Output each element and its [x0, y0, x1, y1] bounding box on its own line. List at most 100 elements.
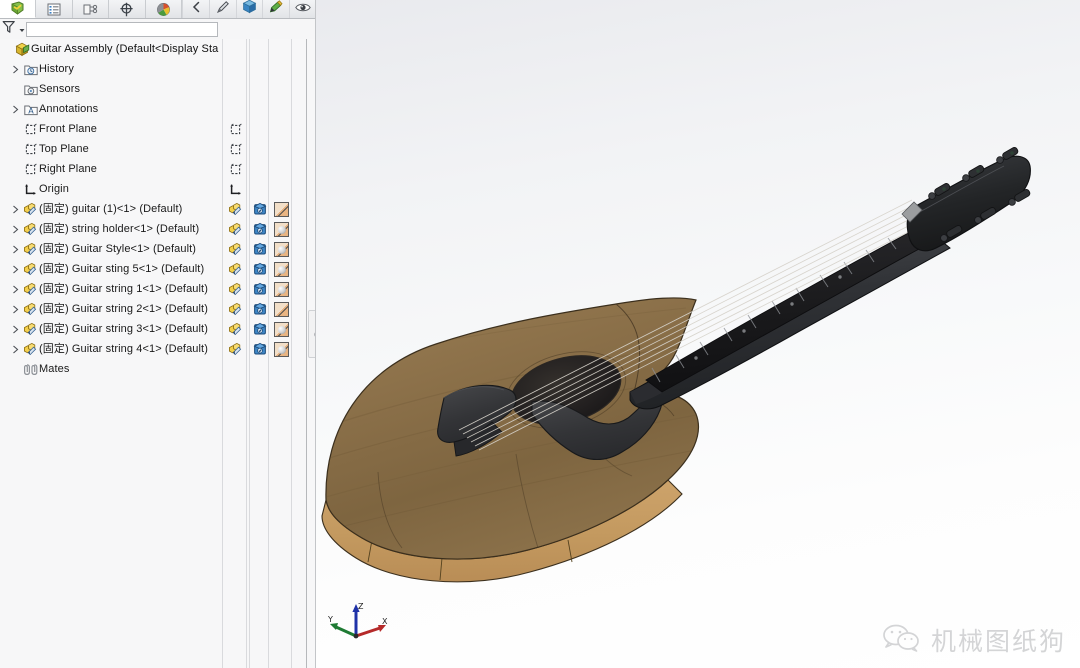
tree-no-arrow — [8, 79, 22, 99]
appearance-swatch-plain[interactable] — [272, 199, 290, 219]
acoustic-guitar-model[interactable] — [316, 0, 1080, 668]
edit-color-button[interactable] — [262, 0, 290, 19]
appearance-swatch-ball[interactable] — [272, 259, 290, 279]
config-cube-icon[interactable] — [251, 299, 269, 319]
tree-row[interactable]: Origin — [0, 179, 315, 199]
tree-row[interactable]: (固定) Guitar string 3<1> (Default) — [0, 319, 315, 339]
tree-no-arrow — [8, 179, 22, 199]
tree-row[interactable]: (固定) Guitar string 2<1> (Default) — [0, 299, 315, 319]
config-cube-icon[interactable] — [251, 339, 269, 359]
dimxpert-icon — [119, 2, 134, 17]
appearance-swatch-ball[interactable] — [272, 339, 290, 359]
component-icon — [22, 239, 39, 259]
appearance-swatch-plain[interactable] — [272, 299, 290, 319]
hide-show-button[interactable] — [289, 0, 315, 18]
component-icon[interactable] — [226, 339, 244, 359]
tree-row[interactable]: Front Plane — [0, 119, 315, 139]
config-cube-icon[interactable] — [251, 279, 269, 299]
tree-expand-arrow[interactable] — [8, 199, 22, 219]
origin-icon[interactable] — [226, 179, 244, 199]
tab-display-manager[interactable] — [145, 0, 182, 18]
component-icon[interactable] — [226, 219, 244, 239]
tree-row[interactable]: History — [0, 59, 315, 79]
component-icon[interactable] — [226, 279, 244, 299]
tree-expand-arrow[interactable] — [8, 59, 22, 79]
tree-row-label: Right Plane — [39, 163, 97, 175]
component-icon[interactable] — [226, 259, 244, 279]
component-icon[interactable] — [226, 199, 244, 219]
graphics-viewport[interactable]: Z Y X 机械图纸狗 — [316, 0, 1080, 668]
headstock[interactable] — [901, 146, 1031, 252]
tree-row[interactable]: (固定) Guitar string 4<1> (Default) — [0, 339, 315, 359]
appearance-swatch-ball[interactable] — [272, 279, 290, 299]
tab-dimxpert-manager[interactable] — [109, 0, 146, 18]
tree-row[interactable]: (固定) Guitar string 1<1> (Default) — [0, 279, 315, 299]
plane-icon[interactable] — [226, 159, 244, 179]
appearance-swatch-ball[interactable] — [272, 219, 290, 239]
tree-no-arrow — [8, 159, 22, 179]
tree-row-label: Front Plane — [39, 123, 97, 135]
component-icon[interactable] — [226, 299, 244, 319]
config-cube-icon[interactable] — [251, 319, 269, 339]
component-icon — [22, 299, 39, 319]
appearance-cube-button[interactable] — [235, 0, 263, 19]
appearance-swatch-ball[interactable] — [272, 319, 290, 339]
color-pencil-icon — [269, 0, 284, 19]
tree-row[interactable]: Mates — [0, 359, 315, 379]
tree-row[interactable]: A Annotations — [0, 99, 315, 119]
component-icon — [22, 279, 39, 299]
component-icon[interactable] — [226, 319, 244, 339]
tree-row-root[interactable]: Guitar Assembly (Default<Display Sta — [0, 39, 315, 59]
edit-appearance-button[interactable] — [208, 0, 236, 18]
tree-row[interactable]: (固定) Guitar Style<1> (Default) — [0, 239, 315, 259]
tree-row[interactable]: Top Plane — [0, 139, 315, 159]
chevron-left-icon — [191, 0, 201, 18]
tab-property-manager[interactable] — [36, 0, 73, 18]
plane-icon[interactable] — [226, 119, 244, 139]
tab-configuration-manager[interactable] — [72, 0, 110, 18]
chevron-down-icon — [19, 20, 25, 38]
config-cube-icon[interactable] — [251, 219, 269, 239]
component-icon — [22, 259, 39, 279]
tab-feature-manager[interactable] — [0, 0, 37, 18]
tree-row[interactable]: Right Plane — [0, 159, 315, 179]
guitar-body[interactable] — [316, 297, 702, 583]
annotations-folder-icon: A — [22, 99, 39, 119]
appearance-swatch-ball[interactable] — [272, 239, 290, 259]
tree-expand-arrow[interactable] — [8, 99, 22, 119]
tree-expand-arrow[interactable] — [8, 319, 22, 339]
triad-label-z: Z — [358, 602, 364, 611]
cube-icon — [242, 0, 257, 19]
tree-expand-arrow[interactable] — [8, 299, 22, 319]
tree-expand-arrow[interactable] — [8, 279, 22, 299]
tree-row-label: Annotations — [39, 103, 99, 115]
tree-row[interactable]: (固定) Guitar sting 5<1> (Default) — [0, 259, 315, 279]
tree-row-label: Guitar Assembly (Default<Display Sta — [31, 43, 219, 55]
tree-row[interactable]: (固定) guitar (1)<1> (Default) — [0, 199, 315, 219]
config-cube-icon[interactable] — [251, 259, 269, 279]
tree-row[interactable]: (固定) string holder<1> (Default) — [0, 219, 315, 239]
eye-icon — [295, 0, 311, 18]
tree-row-label: Top Plane — [39, 143, 89, 155]
tree-row-label: (固定) Guitar string 1<1> (Default) — [39, 283, 208, 295]
component-icon[interactable] — [226, 239, 244, 259]
tree-row[interactable]: Sensors — [0, 79, 315, 99]
plane-icon[interactable] — [226, 139, 244, 159]
configuration-manager-icon — [83, 3, 98, 16]
tree-expand-arrow[interactable] — [8, 219, 22, 239]
tree-row-label: Origin — [39, 183, 69, 195]
plane-icon — [22, 159, 39, 179]
feature-manager-panel: Guitar Assembly (Default<Display Sta His… — [0, 0, 316, 668]
tree-filter-input[interactable] — [26, 21, 218, 37]
collapse-flyout-button[interactable] — [181, 0, 209, 18]
tree-expand-arrow[interactable] — [8, 259, 22, 279]
sensors-folder-icon — [22, 79, 39, 99]
filter-dropdown-button[interactable] — [0, 20, 26, 38]
config-cube-icon[interactable] — [251, 239, 269, 259]
tree-no-arrow — [8, 359, 22, 379]
tree-row-label: Mates — [39, 363, 70, 375]
tree-expand-arrow[interactable] — [8, 339, 22, 359]
panel-splitter[interactable] — [308, 310, 315, 358]
config-cube-icon[interactable] — [251, 199, 269, 219]
tree-expand-arrow[interactable] — [8, 239, 22, 259]
